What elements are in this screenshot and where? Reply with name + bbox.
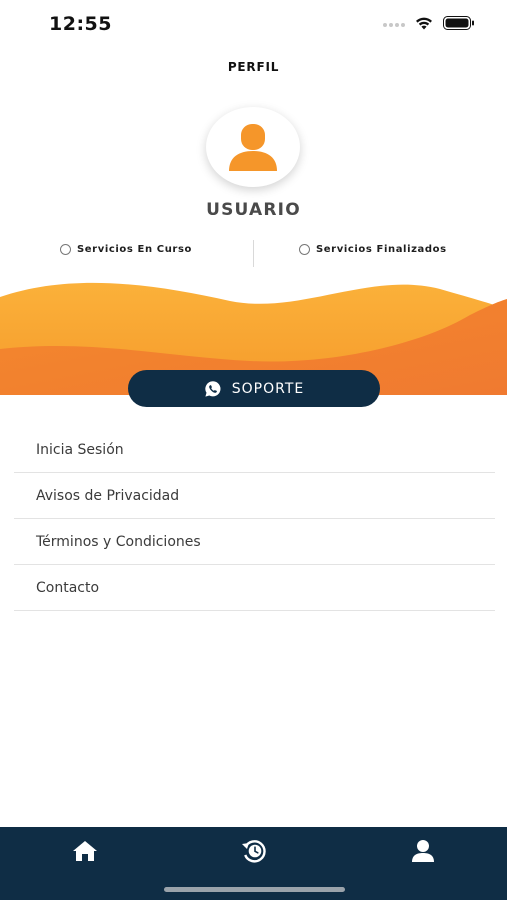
status-bar: 12:55	[0, 0, 507, 48]
menu-item-contacto[interactable]: Contacto	[14, 565, 495, 611]
status-time: 12:55	[49, 13, 112, 35]
battery-icon	[443, 16, 474, 30]
filter-divider	[253, 240, 254, 267]
support-label: SOPORTE	[231, 380, 305, 397]
menu-list: Inicia Sesión Avisos de Privacidad Térmi…	[14, 427, 495, 611]
status-icons	[383, 16, 475, 30]
bottom-nav	[0, 827, 507, 900]
filter-label: Servicios En Curso	[77, 244, 192, 255]
user-name: USUARIO	[206, 200, 301, 220]
service-filters: Servicios En Curso Servicios Finalizados	[0, 240, 507, 268]
menu-item-avisos-de-privacidad[interactable]: Avisos de Privacidad	[14, 473, 495, 519]
radio-icon[interactable]	[60, 244, 71, 255]
user-icon	[229, 124, 277, 171]
nav-profile-button[interactable]	[408, 837, 438, 865]
history-icon	[242, 840, 266, 863]
nav-history-button[interactable]	[239, 837, 269, 865]
home-icon	[73, 841, 97, 861]
filter-servicios-en-curso[interactable]: Servicios En Curso	[60, 244, 192, 255]
home-indicator	[164, 887, 345, 892]
filter-label: Servicios Finalizados	[316, 244, 447, 255]
menu-item-inicia-sesion[interactable]: Inicia Sesión	[14, 427, 495, 473]
profile-icon	[412, 840, 434, 862]
nav-home-button[interactable]	[70, 837, 100, 865]
filter-servicios-finalizados[interactable]: Servicios Finalizados	[299, 244, 447, 255]
avatar	[206, 107, 300, 187]
whatsapp-icon	[205, 380, 221, 397]
wifi-icon	[416, 17, 432, 30]
radio-icon[interactable]	[299, 244, 310, 255]
signal-icon	[383, 23, 405, 27]
page-title: PERFIL	[227, 60, 280, 74]
menu-item-terminos-y-condiciones[interactable]: Términos y Condiciones	[14, 519, 495, 565]
support-button[interactable]: SOPORTE	[128, 370, 380, 407]
